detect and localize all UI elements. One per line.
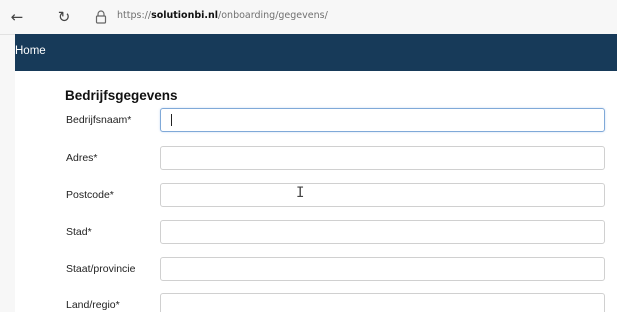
back-arrow-icon[interactable]: ← [8,8,26,26]
reload-icon[interactable]: ↻ [55,8,73,26]
text-caret [171,114,172,126]
city-input[interactable] [160,220,605,244]
app-header: Home [15,34,617,71]
address-input[interactable] [160,146,605,170]
postcode-input[interactable] [160,183,605,207]
form-row-adres: Adres* [15,146,617,174]
field-label: Postcode* [66,189,114,201]
field-label: Staat/provincie [66,263,136,275]
page-title: Bedrijfsgegevens [65,88,178,103]
state-province-input[interactable] [160,257,605,281]
form-row-bedrijfsnaam: Bedrijfsnaam* [15,108,617,136]
field-label: Bedrijfsnaam* [66,114,132,126]
form-row-stad: Stad* [15,220,617,248]
field-label: Land/regio* [66,299,120,311]
company-name-input[interactable] [160,108,605,132]
field-label: Adres* [66,152,98,164]
form-row-staat: Staat/provincie [15,257,617,285]
url-prefix: https:// [117,10,152,21]
form-row-land: Land/regio* [15,293,617,312]
address-bar[interactable]: https://solutionbi.nl/onboarding/gegeven… [117,10,328,21]
lock-icon [95,10,107,24]
field-label: Stad* [66,226,92,238]
url-path: /onboarding/gegevens/ [218,10,328,21]
browser-toolbar: ← ↻ https://solutionbi.nl/onboarding/geg… [0,0,617,35]
url-domain: solutionbi.nl [151,10,219,21]
form-row-postcode: Postcode* [15,183,617,211]
country-region-input[interactable] [160,293,605,312]
form-content: Bedrijfsgegevens Bedrijfsnaam* Adres* Po… [15,71,617,312]
home-link[interactable]: Home [15,45,46,57]
browser-window: ← ↻ https://solutionbi.nl/onboarding/geg… [0,0,617,312]
text-cursor-icon: I [296,185,305,201]
